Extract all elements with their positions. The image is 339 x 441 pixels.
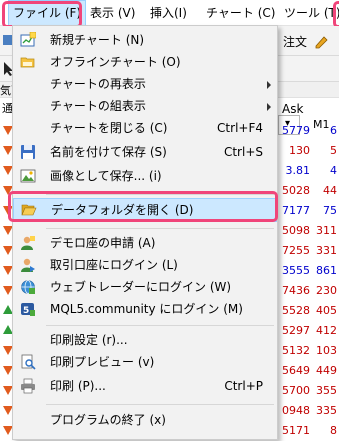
bid-value: 5132 [282,344,310,357]
bid-value: 5098 [282,224,310,237]
bid-value: 3.81 [285,164,311,177]
menu-item-shortcut: Ctrl+F4 [217,121,263,135]
menu-item-label: プログラムの終了 (x) [50,413,166,427]
printer-icon [21,378,35,394]
save-icon [21,145,35,159]
menu-item-label: ウェブトレーダーにログイン (W) [50,280,232,294]
ask-value: 861 [316,264,337,277]
new-order-label[interactable]: 注文 [283,33,307,50]
right-edge-highlight-fragment [333,1,339,28]
save-image-icon [20,169,36,183]
menu-item-label: MQL5.community にログイン (M) [50,302,243,316]
svg-text:5: 5 [23,306,29,316]
ask-value: 44 [323,184,337,197]
menu-tools[interactable]: ツール (T) [284,0,339,26]
submenu-arrow-icon [267,103,271,111]
bid-value: 5779 [282,124,310,137]
menu-item-new-chart[interactable]: 新規チャート (N) [13,29,277,51]
menu-item-shortcut: Ctrl+S [223,145,263,159]
menu-item-close-chart[interactable]: チャートを閉じる (C) Ctrl+F4 [13,117,277,139]
login-account-icon [21,258,35,272]
menu-item-shortcut: Ctrl+P [224,379,263,393]
menu-item-label: 印刷設定 (r)... [50,333,128,347]
menu-separator [46,228,274,229]
menu-item-offline-chart[interactable]: オフラインチャート (O) [13,51,277,73]
data-folder-highlight-frame [8,191,278,222]
ask-value: 4 [330,164,337,177]
menu-item-label: 印刷プレビュー (v) [50,355,155,369]
menu-item-label: デモロ座の申請 (A) [50,236,156,250]
menu-item-login-trade-account[interactable]: 取引口座にログイン (L) [13,254,277,276]
menu-item-label: オフラインチャート (O) [50,55,181,69]
webtrader-icon [21,280,35,294]
menu-separator [46,404,274,405]
submenu-arrow-icon [267,81,271,89]
ask-value: 230 [316,284,337,297]
ask-value: 311 [316,224,337,237]
menu-insert[interactable]: 挿入(I) [150,0,187,26]
menu-item-label: 取引口座にログイン (L) [50,258,178,272]
menu-item-save-as[interactable]: 名前を付けて保存 (S) Ctrl+S [13,141,277,163]
menu-item-label: チャートを閉じる (C) [50,121,168,135]
demo-account-icon [21,236,35,250]
bid-value: 130 [289,144,310,157]
file-menu-dropdown: 新規チャート (N) オフラインチャート (O) チャートの再表示 チャートの組… [12,25,278,440]
bid-value: 5528 [282,304,310,317]
menu-item-label: チャートの再表示 [50,77,146,91]
pencil-icon[interactable] [313,34,329,50]
menu-item-exit[interactable]: プログラムの終了 (x) [13,409,277,431]
bid-value: 5700 [282,384,310,397]
ask-value: 335 [316,404,337,417]
offline-folder-icon [20,57,35,68]
menu-chart[interactable]: チャート (C) [206,0,275,26]
file-menu-highlight-frame [2,1,82,28]
ask-value: 5 [330,144,337,157]
menu-view[interactable]: 表示 (V) [90,0,135,26]
menu-item-print-setup[interactable]: 印刷設定 (r)... [13,329,277,351]
menu-item-reopen-chart[interactable]: チャートの再表示 [13,73,277,95]
menu-item-label: チャートの組表示 [50,99,146,113]
mql5-icon: 5 [21,303,35,316]
menu-item-open-demo-account[interactable]: デモロ座の申請 (A) [13,232,277,254]
ask-value: 75 [323,204,337,217]
ask-value: 6 [330,124,337,137]
bid-value: 0948 [282,404,310,417]
menu-item-label: 名前を付けて保存 (S) [50,145,167,159]
ask-value: 8 [330,424,337,437]
ask-value: 449 [316,364,337,377]
ask-value: 412 [316,324,337,337]
menu-item-label: 新規チャート (N) [50,33,145,47]
bid-value: 3555 [282,264,310,277]
bid-value: 5297 [282,324,310,337]
bid-value: 7177 [282,204,310,217]
bid-value: 7436 [282,284,310,297]
menu-separator [46,325,274,326]
ask-value: 103 [316,344,337,357]
ask-value: 355 [316,384,337,397]
menu-item-login-webtrader[interactable]: ウェブトレーダーにログイン (W) [13,276,277,298]
ask-value: 331 [316,244,337,257]
new-chart-icon [20,32,36,47]
bid-value: 5649 [282,364,310,377]
print-preview-icon [21,354,36,370]
menu-item-label: 画像として保存... (i) [50,169,162,183]
ask-value: 405 [316,304,337,317]
ask-column-header: Ask [282,102,304,116]
menu-item-print-preview[interactable]: 印刷プレビュー (v) [13,351,277,373]
bid-value: 5028 [282,184,310,197]
menu-item-label: 印刷 (P)... [50,379,106,393]
menu-item-login-mql5[interactable]: 5 MQL5.community にログイン (M) [13,298,277,320]
menu-item-print[interactable]: 印刷 (P)... Ctrl+P [13,375,277,397]
bid-value: 7255 [282,244,310,257]
menu-item-save-as-picture[interactable]: 画像として保存... (i) [13,165,277,187]
menu-item-profiles[interactable]: チャートの組表示 [13,95,277,117]
bid-value: 5171 [282,424,310,437]
